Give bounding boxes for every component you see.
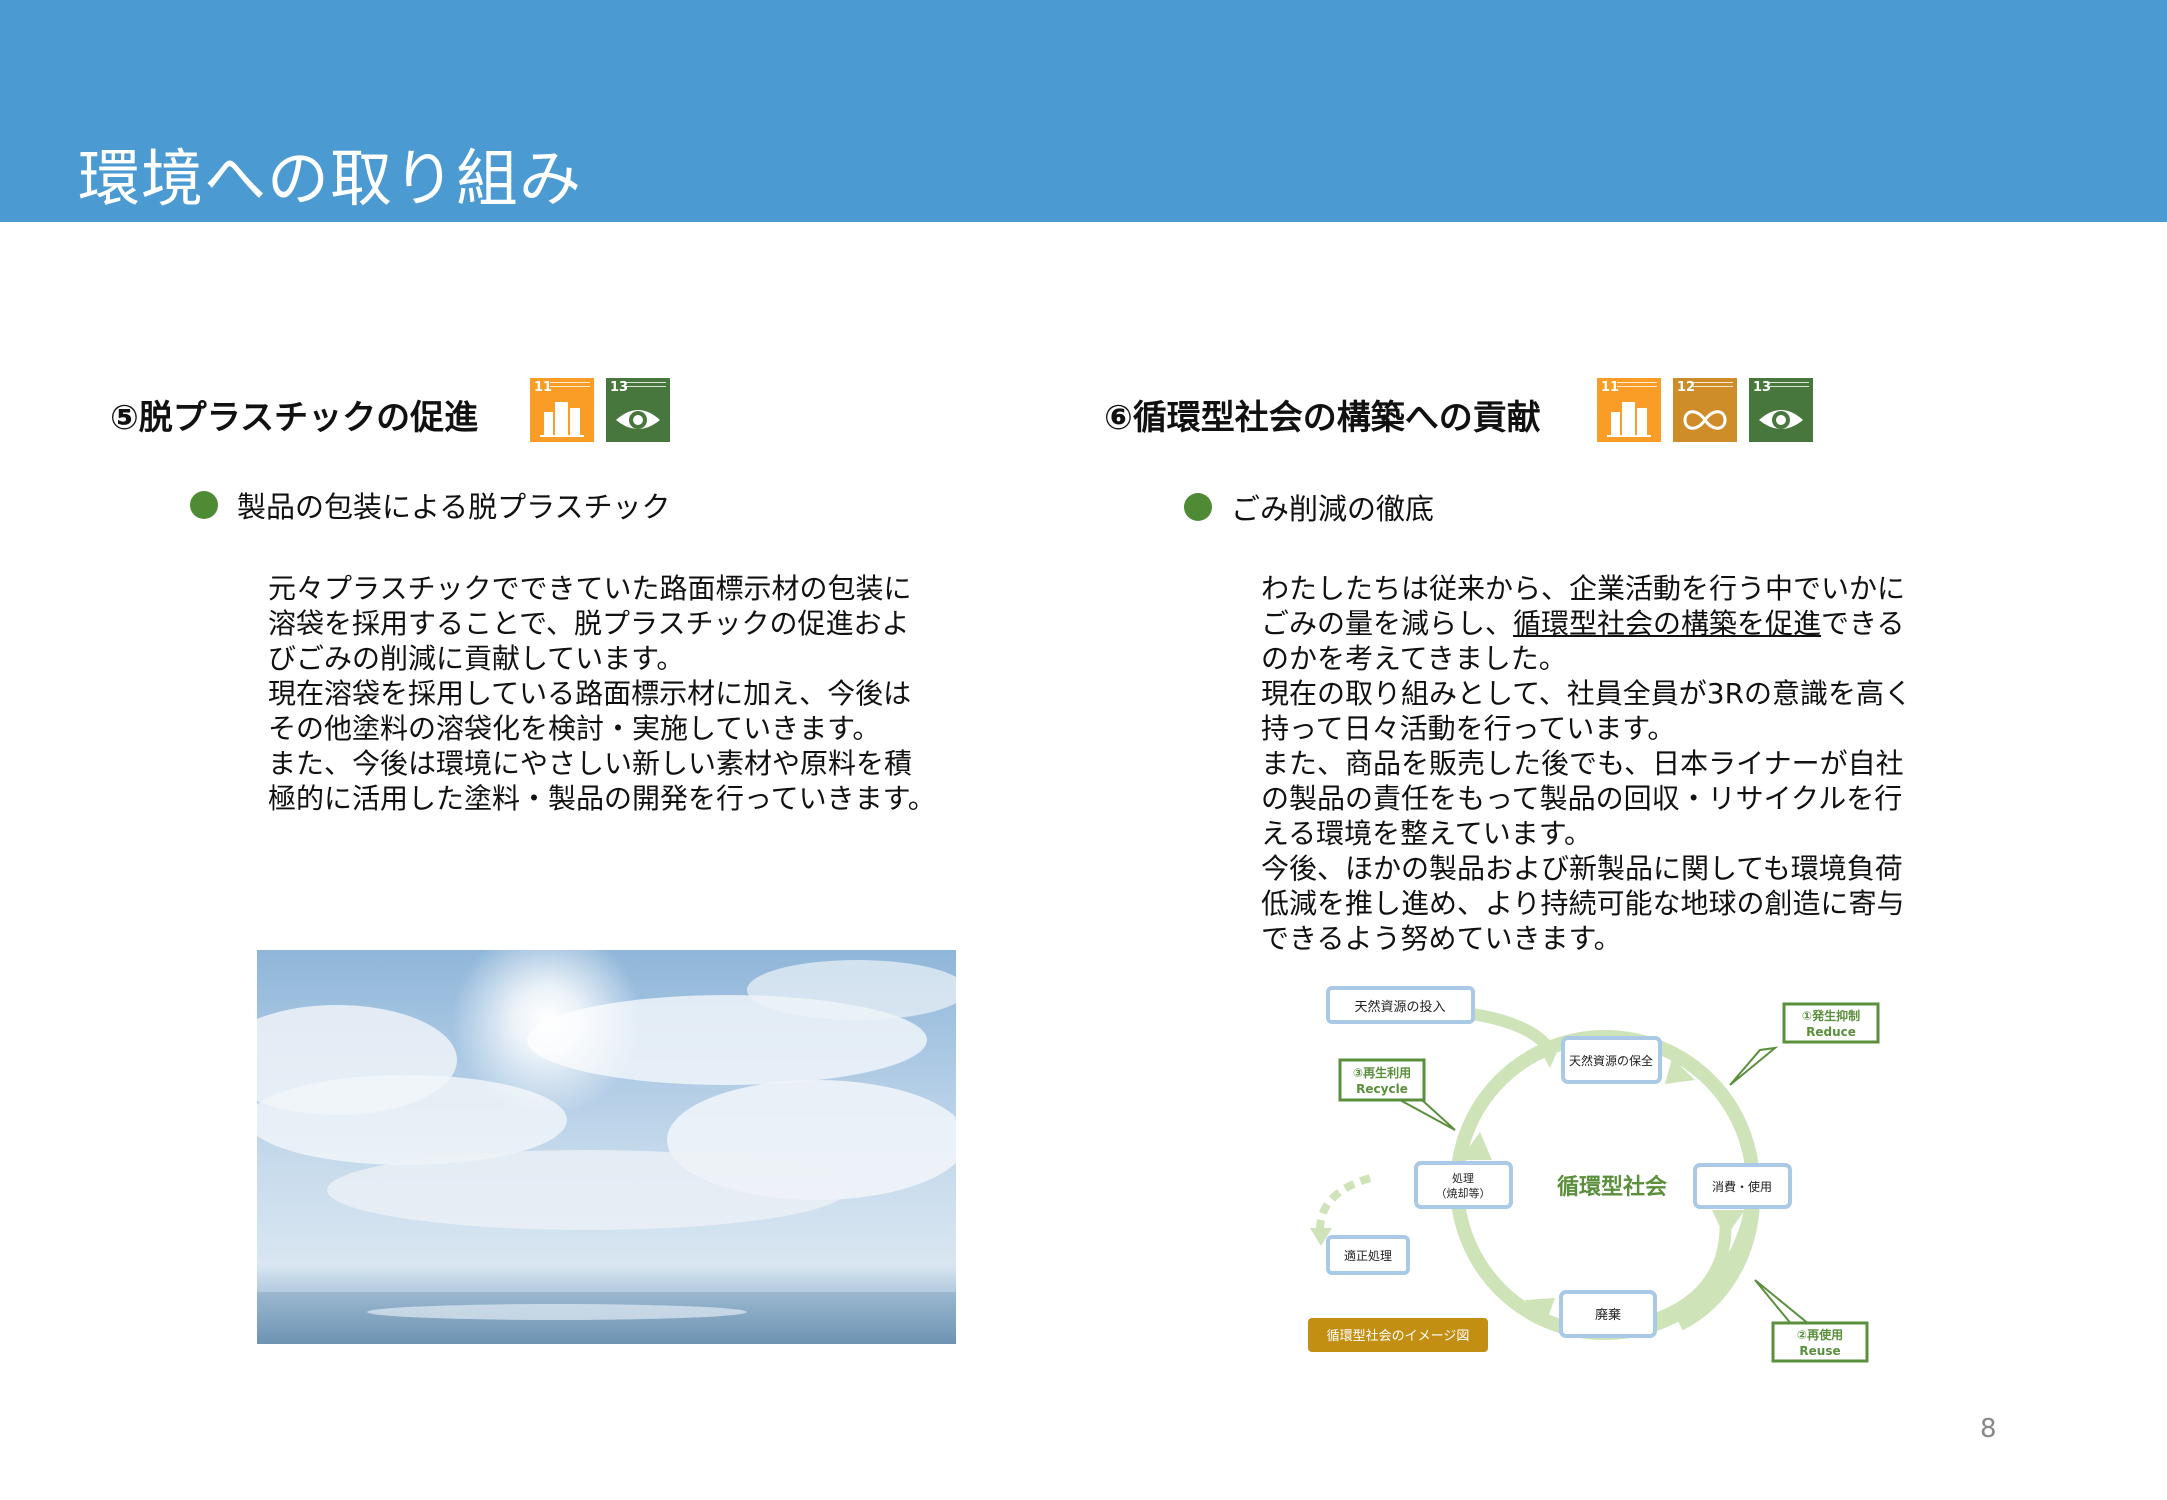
right-paragraph-line: 低減を推し進め、より持続可能な地球の創造に寄与: [1261, 887, 1905, 920]
right-paragraph-line: のかを考えてきました。: [1261, 642, 1567, 675]
input-label: 天然資源の投入: [1354, 999, 1445, 1015]
left-paragraph-line: 極的に活用した塗料・製品の開発を行っていきます。: [268, 782, 936, 815]
sky-photo: [257, 950, 956, 1344]
left-paragraph-line: また、今後は環境にやさしい新しい素材や原料を積: [268, 747, 913, 780]
reuse-label-1: ②再使用: [1797, 1327, 1843, 1342]
dispose-label: 廃棄: [1595, 1307, 1621, 1323]
reuse-callout: ②再使用 Reuse: [1754, 1279, 1869, 1363]
right-paragraph-line: 現在の取り組みとして、社員全員が3Rの意識を高く: [1261, 677, 1913, 710]
right-section-title: ⑥循環型社会の構築への貢献: [1104, 398, 1541, 438]
treat-label-1: 処理: [1452, 1172, 1474, 1185]
reduce-label-2: Reduce: [1806, 1025, 1856, 1039]
left-paragraph: 元々プラスチックでできていた路面標示材の包装に 溶袋を採用することで、脱プラスチ…: [268, 571, 936, 816]
diagram-caption: 循環型社会のイメージ図: [1308, 1318, 1488, 1352]
right-bullet-dot: [1184, 493, 1212, 521]
recycle-label-2: Recycle: [1356, 1082, 1408, 1096]
right-paragraph-line: わたしたちは従来から、企業活動を行う中でいかに: [1261, 572, 1906, 605]
left-bullet-dot: [190, 491, 218, 519]
circular-society-diagram: 天然資源の投入 天然資源の保全 消費・使用 廃棄 処理 （焼却等） 適正処理 循…: [1308, 986, 1880, 1363]
dispose-box: 廃棄: [1559, 1290, 1657, 1338]
reuse-label-2: Reuse: [1799, 1344, 1840, 1358]
left-paragraph-line: 元々プラスチックでできていた路面標示材の包装に: [268, 572, 912, 605]
left-paragraph-line: 現在溶袋を採用している路面標示材に加え、今後は: [268, 677, 912, 710]
text-span: できる: [1821, 607, 1905, 640]
right-paragraph-line: 持って日々活動を行っています。: [1261, 712, 1676, 745]
right-paragraph-line: できるよう努めていきます。: [1261, 922, 1622, 955]
sdg-11-icon: 11: [1597, 378, 1661, 442]
text-span: ごみの量を減らし、: [1261, 607, 1514, 640]
recycle-label-1: ③再生利用: [1353, 1065, 1411, 1080]
page-number: 8: [1980, 1414, 1997, 1444]
conserve-box: 天然資源の保全: [1561, 1036, 1662, 1084]
left-section-title: ⑤脱プラスチックの促進: [110, 398, 479, 438]
diagram-caption-label: 循環型社会のイメージ図: [1327, 1328, 1470, 1344]
sdg-13-icon: 13: [1749, 378, 1813, 442]
treat-label-2: （焼却等）: [1436, 1186, 1491, 1200]
proper-box: 適正処理: [1326, 1235, 1410, 1275]
center-label: 循環型社会: [1557, 1174, 1667, 1200]
right-paragraph-line: また、商品を販売した後でも、日本ライナーが自社: [1261, 747, 1904, 780]
right-paragraph-line: 今後、ほかの製品および新製品に関しても環境負荷: [1261, 852, 1903, 885]
recycle-callout: ③再生利用 Recycle: [1338, 1058, 1456, 1131]
page-title: 環境への取り組み: [78, 142, 583, 215]
left-paragraph-line: その他塗料の溶袋化を検討・実施していきます。: [268, 712, 881, 745]
reduce-callout: ①発生抑制 Reduce: [1729, 1002, 1880, 1086]
proper-label: 適正処理: [1344, 1248, 1392, 1263]
right-paragraph-line: の製品の責任をもって製品の回収・リサイクルを行: [1261, 782, 1903, 815]
left-paragraph-line: びごみの削減に貢献しています。: [268, 642, 685, 675]
sdg-13-icon: 13: [606, 378, 670, 442]
consume-box: 消費・使用: [1693, 1163, 1792, 1209]
right-paragraph-line: える環境を整えています。: [1261, 817, 1592, 850]
input-box: 天然資源の投入: [1326, 986, 1475, 1024]
treat-box: 処理 （焼却等）: [1414, 1161, 1513, 1209]
left-paragraph-line: 溶袋を採用することで、脱プラスチックの促進およ: [268, 607, 910, 640]
underlined-phrase: 循環型社会の構築を促進: [1513, 607, 1822, 640]
conserve-label: 天然資源の保全: [1569, 1053, 1653, 1068]
reduce-label-1: ①発生抑制: [1802, 1008, 1860, 1023]
right-paragraph-line: ごみの量を減らし、循環型社会の構築を促進できる: [1261, 606, 1912, 641]
sdg-11-icon: 11: [530, 378, 594, 442]
right-paragraph: わたしたちは従来から、企業活動を行う中でいかに ごみの量を減らし、循環型社会の構…: [1261, 571, 1912, 956]
right-bullet-label: ごみ削減の徹底: [1231, 492, 1435, 526]
sdg-12-icon: 12: [1673, 378, 1737, 442]
left-bullet-label: 製品の包装による脱プラスチック: [237, 490, 671, 524]
consume-label: 消費・使用: [1712, 1179, 1772, 1194]
